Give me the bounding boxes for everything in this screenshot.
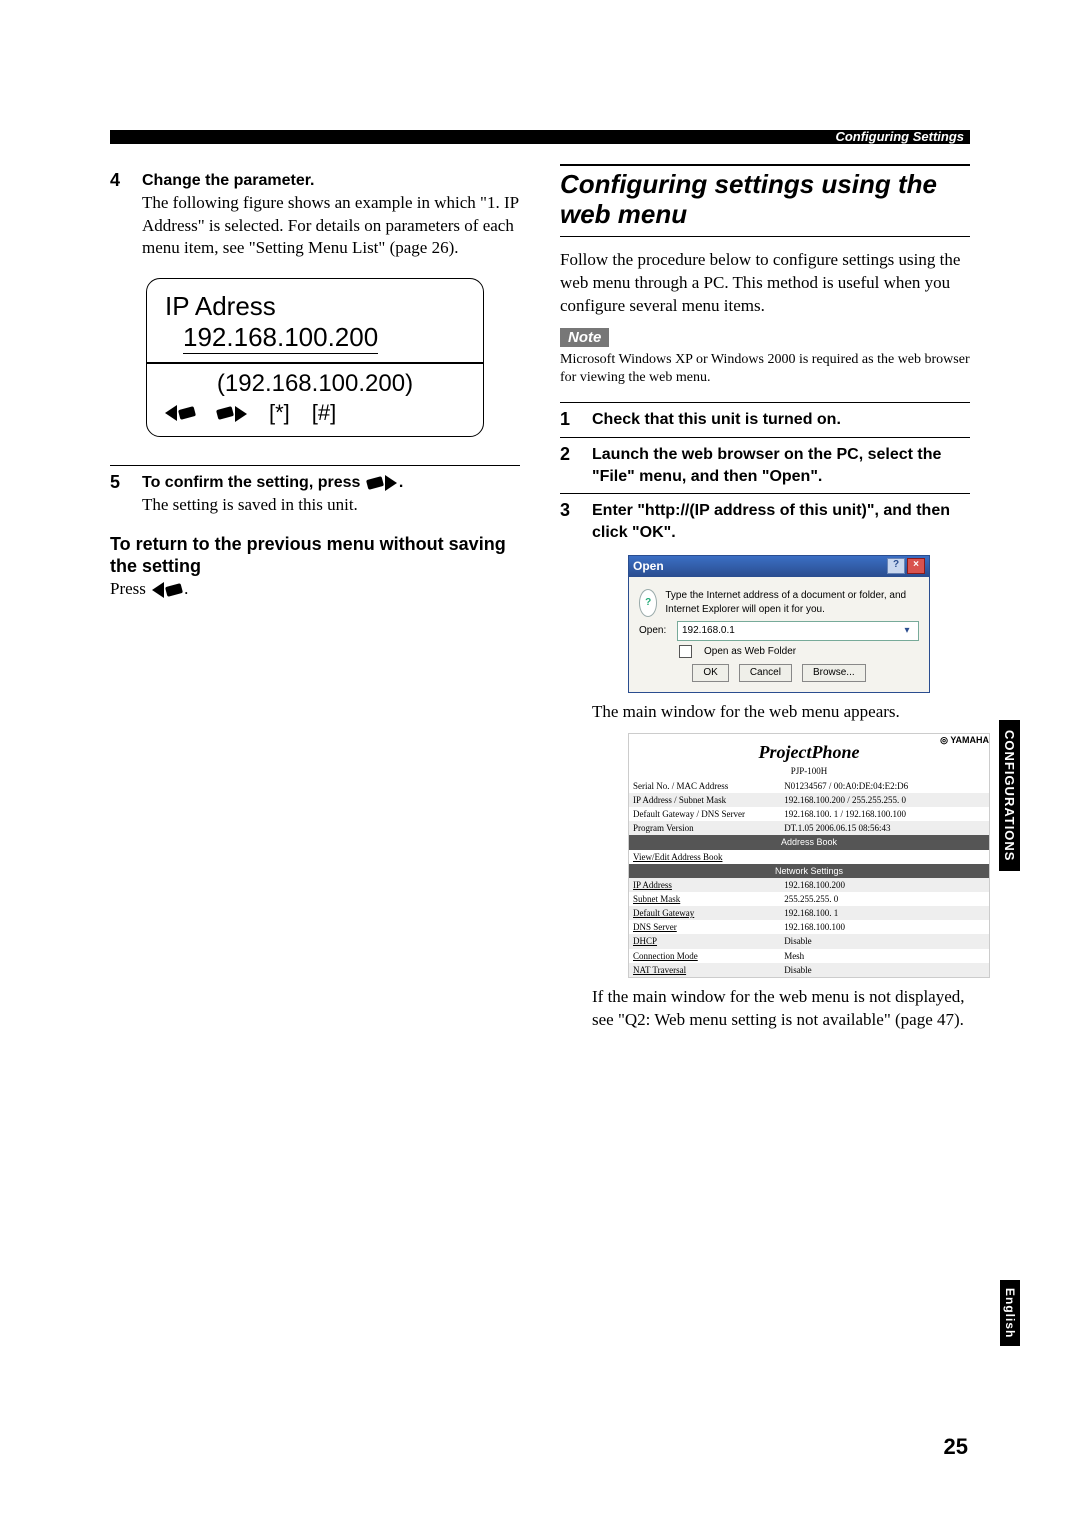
back-icon — [165, 405, 195, 421]
step-3: 3 Enter "http://(IP address of this unit… — [560, 493, 970, 1032]
dialog-title: Open — [633, 558, 664, 574]
back-icon — [152, 582, 182, 598]
step-1: 1 Check that this unit is turned on. — [560, 402, 970, 431]
step-title: Change the parameter. — [142, 170, 520, 192]
after-webmenu-text: If the main window for the web menu is n… — [592, 986, 990, 1032]
step-4: 4 Change the parameter. The following fi… — [110, 170, 520, 260]
configurations-tab: CONFIGURATIONS — [999, 720, 1020, 871]
english-tab: English — [1000, 1280, 1020, 1346]
help-icon[interactable]: ? — [887, 558, 905, 574]
open-label: Open: — [639, 624, 669, 638]
header-section: Configuring Settings — [835, 129, 964, 144]
right-column: Configuring settings using the web menu … — [560, 164, 970, 1032]
header-bar: Configuring Settings — [110, 130, 970, 144]
setting-link[interactable]: DNS Server — [629, 920, 780, 934]
step-body-text: The following figure shows an example in… — [142, 192, 520, 261]
page-number: 25 — [944, 1434, 968, 1460]
asterisk-key-label: [*] — [269, 400, 290, 426]
table-row: NAT TraversalDisable — [629, 963, 989, 977]
table-row: IP Address / Subnet Mask192.168.100.200 … — [629, 793, 989, 807]
setting-link[interactable]: NAT Traversal — [629, 963, 780, 977]
model-label: PJP-100H — [629, 765, 989, 777]
dialog-titlebar: Open ? × — [629, 556, 929, 576]
table-row: Serial No. / MAC AddressN01234567 / 00:A… — [629, 779, 989, 793]
step-number: 2 — [560, 444, 578, 465]
enter-icon — [217, 405, 247, 421]
sub-heading: To return to the previous menu without s… — [110, 533, 520, 578]
view-edit-address-book-link[interactable]: View/Edit Address Book — [629, 850, 962, 864]
hash-key-label: [#] — [312, 400, 336, 426]
browse-button[interactable]: Browse... — [802, 664, 866, 682]
open-dialog: Open ? × ? Type the Internet address of … — [628, 555, 930, 692]
step-body-text: The setting is saved in this unit. — [142, 494, 520, 517]
info-icon: ? — [639, 589, 657, 617]
after-dialog-text: The main window for the web menu appears… — [592, 701, 990, 724]
ok-button[interactable]: OK — [692, 664, 728, 682]
dialog-description: Type the Internet address of a document … — [665, 589, 919, 616]
step-2: 2 Launch the web browser on the PC, sele… — [560, 437, 970, 487]
web-menu-window: ◎ YAMAHA ProjectPhone PJP-100H Serial No… — [628, 733, 990, 977]
brand-label: ◎ YAMAHA — [940, 734, 989, 746]
step-5: 5 To confirm the setting, press . The se… — [110, 465, 520, 517]
setting-link[interactable]: DHCP — [629, 934, 780, 948]
checkbox-label: Open as Web Folder — [704, 645, 796, 659]
network-settings-header: Network Settings — [629, 864, 989, 878]
lcd-line-title: IP Adress — [165, 291, 465, 322]
note-label: Note — [560, 328, 609, 347]
table-row: Program VersionDT.1.05 2006.06.15 08:56:… — [629, 821, 989, 835]
step-title: Check that this unit is turned on. — [592, 409, 970, 431]
section-title: Configuring settings using the web menu — [560, 164, 970, 237]
table-row: Subnet Mask255.255.255. 0 — [629, 892, 989, 906]
setting-link[interactable]: Default Gateway — [629, 906, 780, 920]
open-as-web-folder-checkbox[interactable]: Open as Web Folder — [679, 645, 919, 659]
step-number: 1 — [560, 409, 578, 430]
chevron-down-icon[interactable]: ▾ — [900, 624, 914, 638]
step-title: Launch the web browser on the PC, select… — [592, 444, 970, 487]
step-number: 3 — [560, 500, 578, 521]
setting-link[interactable]: Connection Mode — [629, 949, 780, 963]
step-number: 5 — [110, 472, 128, 493]
enter-icon — [367, 475, 397, 491]
lcd-line-current: (192.168.100.200) — [165, 370, 465, 398]
cancel-button[interactable]: Cancel — [739, 664, 792, 682]
sub-body: Press . — [110, 578, 520, 601]
table-row: DHCPDisable — [629, 934, 989, 948]
address-book-header: Address Book — [629, 835, 989, 849]
step-title: To confirm the setting, press . — [142, 472, 520, 494]
table-row: Connection ModeMesh — [629, 949, 989, 963]
product-logo: ProjectPhone — [629, 740, 989, 764]
lcd-display: IP Adress 192.168.100.200 (192.168.100.2… — [146, 278, 484, 437]
close-icon[interactable]: × — [907, 558, 925, 574]
setting-link[interactable]: IP Address — [629, 878, 780, 892]
table-row: Default Gateway / DNS Server192.168.100.… — [629, 807, 989, 821]
table-row: IP Address192.168.100.200 — [629, 878, 989, 892]
step-title: Enter "http://(IP address of this unit)"… — [592, 500, 990, 543]
step-number: 4 — [110, 170, 128, 191]
open-input[interactable]: 192.168.0.1 ▾ — [677, 621, 919, 641]
note-body: Microsoft Windows XP or Windows 2000 is … — [560, 351, 970, 389]
lcd-line-value: 192.168.100.200 — [183, 322, 378, 354]
section-intro: Follow the procedure below to configure … — [560, 249, 970, 318]
left-column: 4 Change the parameter. The following fi… — [110, 164, 520, 1032]
setting-link[interactable]: Subnet Mask — [629, 892, 780, 906]
open-input-value: 192.168.0.1 — [682, 624, 735, 638]
table-row: DNS Server192.168.100.100 — [629, 920, 989, 934]
table-row: Default Gateway192.168.100. 1 — [629, 906, 989, 920]
